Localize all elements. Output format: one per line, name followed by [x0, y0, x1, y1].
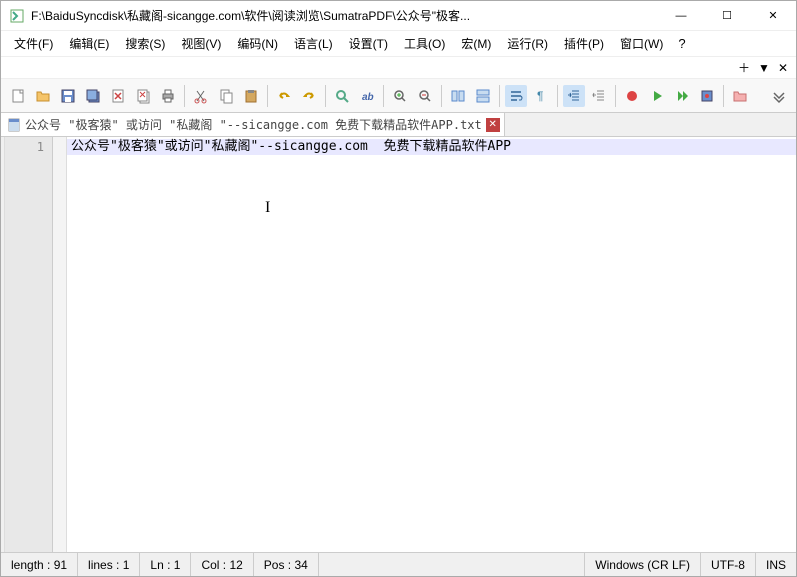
open-file-icon[interactable] — [32, 85, 54, 107]
zoom-out-icon[interactable] — [414, 85, 436, 107]
titlebar[interactable]: F:\BaiduSyncdisk\私藏阁-sicangge.com\软件\阅读浏… — [1, 1, 796, 31]
copy-icon[interactable] — [215, 85, 237, 107]
indent-icon[interactable] — [563, 85, 585, 107]
svg-text:ab: ab — [362, 92, 374, 103]
dropdown-button[interactable]: ▼ — [758, 61, 770, 75]
cut-icon[interactable] — [190, 85, 212, 107]
sync-scroll-icon[interactable] — [447, 85, 469, 107]
separator — [499, 85, 500, 107]
app-icon — [9, 8, 25, 24]
status-col: Col : 12 — [191, 553, 253, 576]
tabbar: 公众号 "极客猿" 或访问 "私藏阁 "--sicangge.com 免费下载精… — [1, 113, 796, 137]
separator — [557, 85, 558, 107]
find-icon[interactable] — [331, 85, 353, 107]
menu-view[interactable]: 视图(V) — [174, 32, 228, 55]
separator — [615, 85, 616, 107]
replace-icon[interactable]: ab — [356, 85, 378, 107]
run-macro-multon-icon[interactable] — [671, 85, 693, 107]
status-pos: Pos : 34 — [254, 553, 319, 576]
record-macro-icon[interactable] — [621, 85, 643, 107]
menu-macro[interactable]: 宏(M) — [454, 32, 498, 55]
separator — [184, 85, 185, 107]
show-symbol-icon[interactable]: ¶ — [530, 85, 552, 107]
menu-plugins[interactable]: 插件(P) — [557, 32, 611, 55]
toolbar: ab ¶ — [1, 79, 796, 113]
line-number: 1 — [5, 139, 52, 155]
menu-window[interactable]: 窗口(W) — [613, 32, 670, 55]
save-all-icon[interactable] — [82, 85, 104, 107]
status-length: length : 91 — [1, 553, 78, 576]
statusbar: length : 91 lines : 1 Ln : 1 Col : 12 Po… — [1, 552, 796, 576]
play-macro-icon[interactable] — [646, 85, 668, 107]
menu-edit[interactable]: 编辑(E) — [62, 32, 116, 55]
app-window: F:\BaiduSyncdisk\私藏阁-sicangge.com\软件\阅读浏… — [0, 0, 797, 577]
minimize-button[interactable]: — — [658, 1, 704, 31]
folder-icon[interactable] — [729, 85, 751, 107]
toolbar-overflow-icon[interactable] — [768, 85, 790, 107]
tab-label: 公众号 "极客猿" 或访问 "私藏阁 "--sicangge.com 免费下载精… — [25, 116, 482, 133]
status-lines: lines : 1 — [78, 553, 140, 576]
text-cursor-icon: I — [265, 199, 270, 217]
status-ln: Ln : 1 — [140, 553, 191, 576]
save-icon[interactable] — [57, 85, 79, 107]
editor-area: 1 公众号"极客猿"或访问"私藏阁"--sicangge.com 免费下载精品软… — [1, 137, 796, 552]
new-file-icon[interactable] — [7, 85, 29, 107]
close-file-icon[interactable] — [107, 85, 129, 107]
text-content[interactable]: 公众号"极客猿"或访问"私藏阁"--sicangge.com 免费下载精品软件A… — [67, 137, 796, 552]
close-button[interactable]: ✕ — [750, 1, 796, 31]
menubar: 文件(F) 编辑(E) 搜索(S) 视图(V) 编码(N) 语言(L) 设置(T… — [1, 31, 796, 57]
separator — [383, 85, 384, 107]
separator — [325, 85, 326, 107]
separator — [267, 85, 268, 107]
gutter: 1 — [5, 137, 53, 552]
menu-language[interactable]: 语言(L) — [287, 32, 340, 55]
window-controls: — ☐ ✕ — [658, 1, 796, 31]
menu-help[interactable]: ? — [672, 33, 691, 54]
zoom-in-icon[interactable] — [389, 85, 411, 107]
menu-encoding[interactable]: 编码(N) — [230, 32, 285, 55]
status-insert-mode[interactable]: INS — [756, 553, 796, 576]
menu-settings[interactable]: 设置(T) — [342, 32, 395, 55]
split-handle[interactable] — [1, 137, 5, 552]
undo-icon[interactable] — [273, 85, 295, 107]
add-button[interactable]: ＋ — [738, 59, 750, 76]
fold-column — [53, 137, 67, 552]
tab-active[interactable]: 公众号 "极客猿" 或访问 "私藏阁 "--sicangge.com 免费下载精… — [1, 113, 505, 136]
menu-tools[interactable]: 工具(O) — [397, 32, 452, 55]
sync-scroll-h-icon[interactable] — [472, 85, 494, 107]
separator — [441, 85, 442, 107]
menu-run[interactable]: 运行(R) — [500, 32, 555, 55]
redo-icon[interactable] — [298, 85, 320, 107]
save-macro-icon[interactable] — [696, 85, 718, 107]
status-encoding[interactable]: UTF-8 — [701, 553, 756, 576]
text-line[interactable]: 公众号"极客猿"或访问"私藏阁"--sicangge.com 免费下载精品软件A… — [67, 139, 796, 155]
separator — [723, 85, 724, 107]
extra-bar: ＋ ▼ ✕ — [1, 57, 796, 79]
wordwrap-icon[interactable] — [505, 85, 527, 107]
menu-file[interactable]: 文件(F) — [7, 32, 60, 55]
menu-search[interactable]: 搜索(S) — [118, 32, 172, 55]
close-all-icon[interactable] — [132, 85, 154, 107]
outdent-icon[interactable] — [588, 85, 610, 107]
print-icon[interactable] — [157, 85, 179, 107]
paste-icon[interactable] — [240, 85, 262, 107]
status-eol[interactable]: Windows (CR LF) — [585, 553, 701, 576]
window-title: F:\BaiduSyncdisk\私藏阁-sicangge.com\软件\阅读浏… — [31, 7, 658, 24]
maximize-button[interactable]: ☐ — [704, 1, 750, 31]
svg-text:¶: ¶ — [537, 89, 543, 103]
tab-close-icon[interactable]: ✕ — [486, 118, 500, 132]
close-panel-button[interactable]: ✕ — [778, 61, 788, 75]
file-type-icon — [7, 118, 21, 132]
